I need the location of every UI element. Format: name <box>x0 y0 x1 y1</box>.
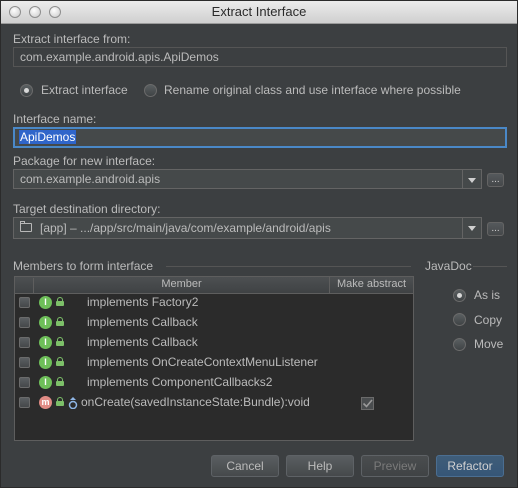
javadoc-separator <box>473 266 507 267</box>
method-icon: m <box>39 396 52 409</box>
folder-icon <box>20 221 32 232</box>
interface-icon: I <box>39 376 52 389</box>
javadoc-as-is-radio[interactable] <box>453 289 466 302</box>
interface-icon: I <box>39 336 52 349</box>
rename-original-radio[interactable] <box>144 84 157 97</box>
extract-interface-dialog: Extract Interface Extract interface from… <box>0 0 518 488</box>
members-table-header: Member Make abstract <box>15 277 413 294</box>
table-row[interactable]: I implements ComponentCallbacks2 <box>15 373 413 393</box>
member-text: implements Callback <box>87 315 198 329</box>
make-abstract-column-header[interactable]: Make abstract <box>330 278 413 290</box>
interface-name-label: Interface name: <box>13 112 97 126</box>
member-column-header[interactable]: Member <box>34 278 329 290</box>
refactor-button[interactable]: Refactor <box>436 455 504 477</box>
table-row[interactable]: m onCreate(savedInstanceState:Bundle):vo… <box>15 393 413 413</box>
member-text: implements ComponentCallbacks2 <box>87 375 273 389</box>
checkbox-column-header <box>15 278 34 293</box>
package-combo[interactable]: com.example.android.apis <box>13 169 463 189</box>
member-text: implements OnCreateContextMenuListener <box>87 355 318 369</box>
preview-button[interactable]: Preview <box>361 455 429 477</box>
title-bar: Extract Interface <box>1 1 517 24</box>
table-row[interactable]: I implements Callback <box>15 333 413 353</box>
members-table[interactable]: Member Make abstract I implements Factor… <box>14 276 414 441</box>
package-label: Package for new interface: <box>13 154 156 168</box>
lock-icon <box>56 337 64 346</box>
lock-icon <box>56 317 64 326</box>
member-text: implements Callback <box>87 335 198 349</box>
rename-original-radio-label[interactable]: Rename original class and use interface … <box>164 83 461 97</box>
member-checkbox[interactable] <box>19 357 30 368</box>
interface-name-input[interactable]: ApiDemos <box>13 127 507 148</box>
members-label: Members to form interface <box>13 259 154 273</box>
interface-icon: I <box>39 316 52 329</box>
member-text: onCreate(savedInstanceState:Bundle):void <box>81 395 310 409</box>
javadoc-label: JavaDoc <box>425 259 472 273</box>
target-dir-browse-button[interactable]: ... <box>487 222 504 236</box>
table-row[interactable]: I implements Factory2 <box>15 293 413 313</box>
javadoc-copy-radio[interactable] <box>453 313 466 326</box>
extract-from-label: Extract interface from: <box>13 32 131 46</box>
members-separator <box>166 266 411 267</box>
interface-icon: I <box>39 356 52 369</box>
package-dropdown-arrow[interactable] <box>462 169 482 189</box>
target-dir-combo[interactable]: [app] – .../app/src/main/java/com/exampl… <box>13 217 463 239</box>
member-checkbox[interactable] <box>19 317 30 328</box>
target-dir-dropdown-arrow[interactable] <box>462 217 482 239</box>
package-browse-button[interactable]: ... <box>487 173 504 187</box>
target-dir-label: Target destination directory: <box>13 202 161 216</box>
javadoc-move-label[interactable]: Move <box>474 337 503 351</box>
cancel-button[interactable]: Cancel <box>211 455 279 477</box>
table-row[interactable]: I implements OnCreateContextMenuListener <box>15 353 413 373</box>
make-abstract-checkbox[interactable] <box>361 397 374 410</box>
override-icon <box>68 397 78 409</box>
help-button[interactable]: Help <box>286 455 354 477</box>
javadoc-as-is-label[interactable]: As is <box>474 288 500 302</box>
member-checkbox[interactable] <box>19 297 30 308</box>
lock-icon <box>56 297 64 306</box>
member-checkbox[interactable] <box>19 377 30 388</box>
member-checkbox[interactable] <box>19 397 30 408</box>
lock-icon <box>56 377 64 386</box>
extract-interface-radio-label[interactable]: Extract interface <box>41 83 128 97</box>
table-row[interactable]: I implements Callback <box>15 313 413 333</box>
extract-from-field: com.example.android.apis.ApiDemos <box>13 47 507 67</box>
member-checkbox[interactable] <box>19 337 30 348</box>
javadoc-copy-label[interactable]: Copy <box>474 313 502 327</box>
lock-icon <box>56 397 64 406</box>
member-text: implements Factory2 <box>87 295 199 309</box>
interface-icon: I <box>39 296 52 309</box>
lock-icon <box>56 357 64 366</box>
target-dir-value: [app] – .../app/src/main/java/com/exampl… <box>40 221 331 235</box>
interface-name-value: ApiDemos <box>19 130 77 144</box>
javadoc-move-radio[interactable] <box>453 338 466 351</box>
extract-interface-radio[interactable] <box>20 84 33 97</box>
window-title: Extract Interface <box>211 4 307 19</box>
